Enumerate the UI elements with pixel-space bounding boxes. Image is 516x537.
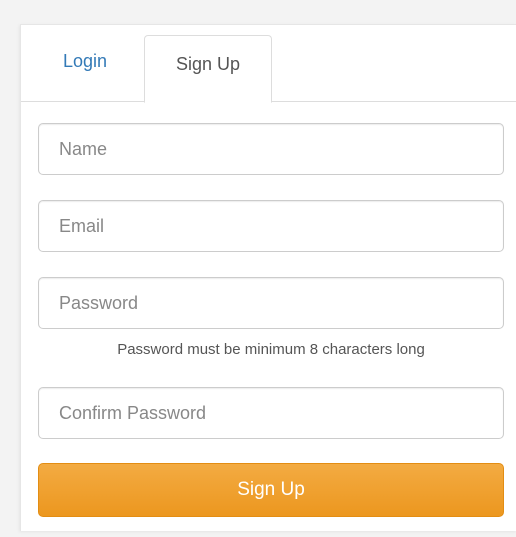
email-input[interactable] bbox=[38, 200, 504, 252]
sign-up-button[interactable]: Sign Up bbox=[38, 463, 504, 517]
confirm-password-input[interactable] bbox=[38, 387, 504, 439]
auth-tabs: Login Sign Up bbox=[21, 25, 516, 103]
auth-panel: Login Sign Up Password must be minimum 8… bbox=[20, 24, 516, 531]
password-input[interactable] bbox=[38, 277, 504, 329]
tab-login[interactable]: Login bbox=[45, 25, 125, 97]
name-input[interactable] bbox=[38, 123, 504, 175]
password-hint: Password must be minimum 8 characters lo… bbox=[117, 341, 425, 358]
tab-signup[interactable]: Sign Up bbox=[144, 35, 272, 103]
